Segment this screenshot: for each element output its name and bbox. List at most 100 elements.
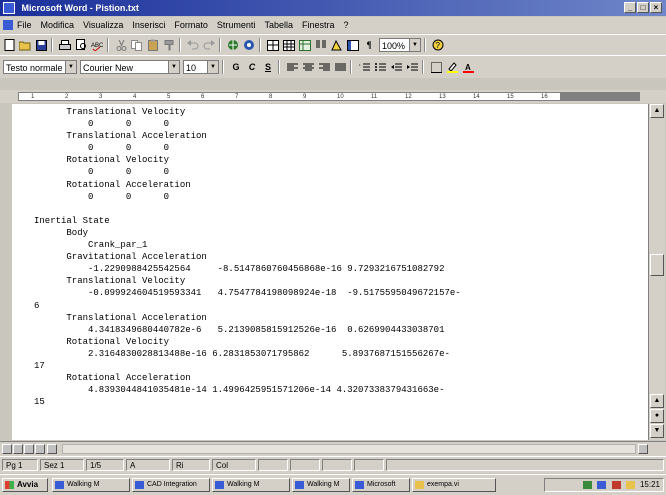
text-line[interactable]: Inertial State [34, 215, 648, 227]
scroll-right-button[interactable] [638, 444, 648, 454]
clock[interactable]: 15:21 [640, 480, 660, 489]
office-assistant-icon[interactable]: ? [431, 38, 445, 52]
undo-icon[interactable] [186, 38, 200, 52]
drawing-icon[interactable] [330, 38, 344, 52]
menu-help[interactable]: ? [343, 17, 348, 33]
scroll-up-button[interactable]: ▲ [650, 104, 664, 118]
paste-icon[interactable] [146, 38, 160, 52]
minimize-button[interactable]: _ [624, 2, 636, 13]
numbering-icon[interactable]: 1 [357, 60, 371, 74]
tray-icon[interactable] [611, 480, 621, 489]
normal-view-button[interactable] [2, 444, 12, 454]
scroll-thumb[interactable] [650, 254, 664, 276]
highlight-icon[interactable] [445, 60, 459, 74]
text-line[interactable]: 17 [34, 360, 648, 372]
vertical-scrollbar[interactable]: ▲ ▲ ● ▼ [648, 104, 665, 440]
open-folder-icon[interactable] [18, 38, 32, 52]
text-line[interactable]: Rotational Acceleration [34, 179, 648, 191]
start-button[interactable]: Avvia [2, 478, 48, 492]
text-line[interactable]: 15 [34, 396, 648, 408]
insert-table-icon[interactable] [282, 38, 296, 52]
taskbar-item[interactable]: Walking M [292, 478, 350, 492]
text-line[interactable]: 6 [34, 300, 648, 312]
align-left-icon[interactable] [285, 60, 299, 74]
close-button[interactable]: × [650, 2, 662, 13]
print-preview-icon[interactable] [74, 38, 88, 52]
text-line[interactable]: 4.8393044841035481e-14 1.499642595157120… [34, 384, 648, 396]
taskbar-item[interactable]: exempa.vi [412, 478, 496, 492]
text-line[interactable]: Translational Velocity [34, 106, 648, 118]
menu-visualizza[interactable]: Visualizza [83, 17, 123, 33]
prev-page-button[interactable]: ▲ [650, 394, 664, 408]
text-line[interactable]: -1.2290988425542564 -8.5147860760456868e… [34, 263, 648, 275]
text-line[interactable]: Translational Velocity [34, 275, 648, 287]
taskbar-item[interactable]: Walking M [212, 478, 290, 492]
borders-icon[interactable] [429, 60, 443, 74]
zoom-select[interactable]: 100% ▼ [379, 38, 421, 52]
tray-icon[interactable] [625, 480, 635, 489]
style-select[interactable]: Testo normale ▼ [3, 60, 77, 74]
text-line[interactable]: Gravitational Acceleration [34, 251, 648, 263]
document-text[interactable]: Translational Velocity 0 0 0 Translation… [12, 104, 648, 408]
insert-hyperlink-icon[interactable] [226, 38, 240, 52]
new-document-icon[interactable] [2, 38, 16, 52]
tables-borders-icon[interactable] [266, 38, 280, 52]
horizontal-scrollbar[interactable] [62, 444, 636, 454]
menu-strumenti[interactable]: Strumenti [217, 17, 256, 33]
spelling-icon[interactable]: ABC [90, 38, 104, 52]
italic-button[interactable]: C [245, 60, 259, 74]
document-icon[interactable] [3, 20, 13, 30]
insert-excel-icon[interactable] [298, 38, 312, 52]
text-line[interactable]: Rotational Velocity [34, 154, 648, 166]
text-line[interactable]: Body [34, 227, 648, 239]
text-line[interactable]: Rotational Velocity [34, 336, 648, 348]
align-right-icon[interactable] [317, 60, 331, 74]
format-painter-icon[interactable] [162, 38, 176, 52]
web-layout-button[interactable] [13, 444, 23, 454]
increase-indent-icon[interactable] [405, 60, 419, 74]
font-color-icon[interactable]: A [461, 60, 475, 74]
outline-view-button[interactable] [35, 444, 45, 454]
horizontal-ruler[interactable]: 1 2 3 4 5 6 7 8 9 10 11 12 13 14 15 16 [0, 90, 666, 103]
redo-icon[interactable] [202, 38, 216, 52]
copy-icon[interactable] [130, 38, 144, 52]
text-line[interactable]: Rotational Acceleration [34, 372, 648, 384]
font-size-select[interactable]: 10 ▼ [183, 60, 219, 74]
bold-button[interactable]: G [229, 60, 243, 74]
text-line[interactable]: 0 0 0 [34, 118, 648, 130]
taskbar-item[interactable]: CAD Integration [132, 478, 210, 492]
text-line[interactable]: 0 0 0 [34, 166, 648, 178]
document-page[interactable]: Translational Velocity 0 0 0 Translation… [12, 104, 648, 440]
text-line[interactable]: 2.3164830028813488e-16 6.283185307179586… [34, 348, 648, 360]
taskbar-item-active[interactable]: Microsoft [352, 478, 410, 492]
menu-formato[interactable]: Formato [174, 17, 208, 33]
text-line[interactable]: -0.099924604519593341 4.7547784198098924… [34, 287, 648, 299]
save-icon[interactable] [34, 38, 48, 52]
document-map-icon[interactable] [346, 38, 360, 52]
menu-inserisci[interactable]: Inserisci [132, 17, 165, 33]
word-app-icon[interactable] [3, 2, 15, 14]
columns-icon[interactable] [314, 38, 328, 52]
menu-tabella[interactable]: Tabella [264, 17, 293, 33]
select-browse-object-button[interactable]: ● [650, 409, 664, 423]
align-center-icon[interactable] [301, 60, 315, 74]
scroll-left-button[interactable] [47, 444, 57, 454]
print-icon[interactable] [58, 38, 72, 52]
menu-modifica[interactable]: Modifica [41, 17, 75, 33]
text-line[interactable]: 0 0 0 [34, 142, 648, 154]
menu-file[interactable]: File [17, 17, 32, 33]
web-toolbar-icon[interactable] [242, 38, 256, 52]
decrease-indent-icon[interactable] [389, 60, 403, 74]
underline-button[interactable]: S [261, 60, 275, 74]
tray-icon[interactable] [583, 480, 593, 489]
text-line[interactable]: Translational Acceleration [34, 312, 648, 324]
menu-finestra[interactable]: Finestra [302, 17, 335, 33]
text-line[interactable]: Translational Acceleration [34, 130, 648, 142]
print-layout-button[interactable] [24, 444, 34, 454]
taskbar-item[interactable]: Walking M [52, 478, 130, 492]
bullets-icon[interactable] [373, 60, 387, 74]
text-line[interactable]: 4.3418349680440782e-6 5.2139085815912526… [34, 324, 648, 336]
cut-icon[interactable] [114, 38, 128, 52]
next-page-button[interactable]: ▼ [650, 424, 664, 438]
text-line[interactable]: Crank_par_1 [34, 239, 648, 251]
